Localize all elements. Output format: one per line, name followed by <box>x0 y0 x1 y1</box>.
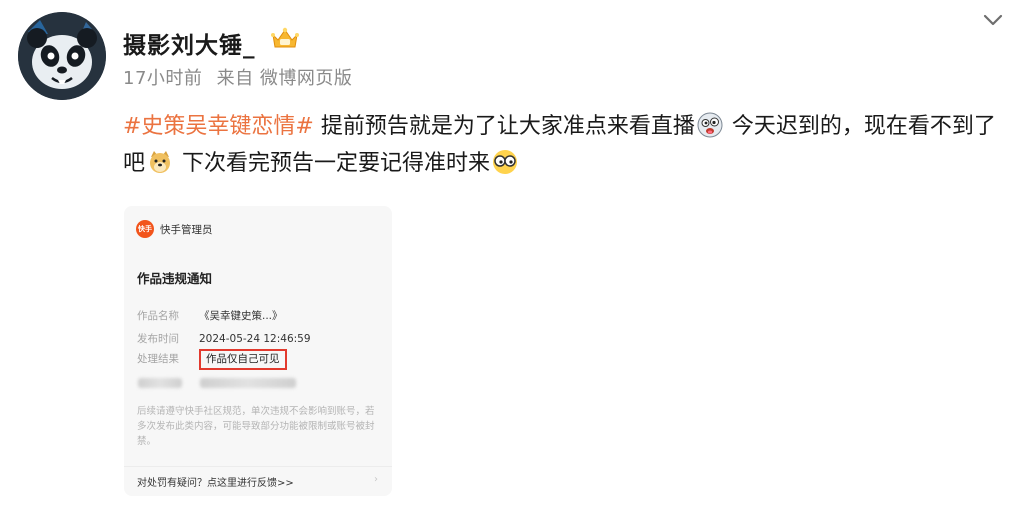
doge-emoji-icon <box>147 149 173 175</box>
post-source: 来自 微博网页版 <box>216 68 353 89</box>
info-row: 处理结果 作品仅自己可见 <box>137 349 287 370</box>
notice-title: 作品违规通知 <box>137 271 213 286</box>
info-row: 作品名称 《吴幸键史策...》 <box>137 308 283 323</box>
card-header: 快手 快手管理员 <box>136 220 213 238</box>
redacted-text <box>138 378 182 388</box>
sender-name: 快手管理员 <box>160 223 213 236</box>
row-key: 发布时间 <box>137 333 179 345</box>
redacted-text <box>200 378 296 388</box>
row-value: 2024-05-24 12:46:59 <box>199 333 311 345</box>
username[interactable]: 摄影刘大锤_ <box>123 26 256 60</box>
row-key: 处理结果 <box>137 353 179 365</box>
kuaishou-logo-icon: 快手 <box>136 220 154 238</box>
post-text-part3: 下次看完预告一定要记得准时来 <box>175 151 491 176</box>
chevron-down-icon[interactable] <box>980 10 1006 30</box>
glasses-emoji-icon <box>492 149 518 175</box>
notice-text: 后续请遵守快手社区规范，单次违规不会影响到账号，若多次发布此类内容，可能导致部分… <box>137 406 375 447</box>
row-key: 作品名称 <box>137 310 179 322</box>
post-text-part1: 提前预告就是为了让大家准点来看直播 <box>313 114 695 139</box>
post-time[interactable]: 17小时前 <box>123 68 202 89</box>
row-value: 《吴幸键史策...》 <box>199 310 283 322</box>
hashtag-link[interactable]: #史策吴幸键恋情# <box>123 114 314 139</box>
post-text: #史策吴幸键恋情# 提前预告就是为了让大家准点来看直播 今天迟到的，现在看不到了… <box>123 108 1003 182</box>
info-row: 发布时间 2024-05-24 12:46:59 <box>137 331 311 346</box>
vip-crown-badge-icon[interactable] <box>269 26 301 52</box>
avatar[interactable] <box>18 12 106 100</box>
result-highlight: 作品仅自己可见 <box>199 349 287 370</box>
crazy-face-emoji-icon <box>697 112 723 138</box>
post-meta: 17小时前 来自 微博网页版 <box>123 64 352 90</box>
card-divider <box>124 466 392 467</box>
panda-avatar-icon <box>18 12 106 100</box>
chevron-right-icon[interactable]: › <box>374 474 378 485</box>
feedback-link[interactable]: 对处罚有疑问？点这里进行反馈>> <box>137 474 294 489</box>
attached-image-card[interactable]: 快手 快手管理员 作品违规通知 作品名称 《吴幸键史策...》 发布时间 2024-… <box>124 206 392 496</box>
